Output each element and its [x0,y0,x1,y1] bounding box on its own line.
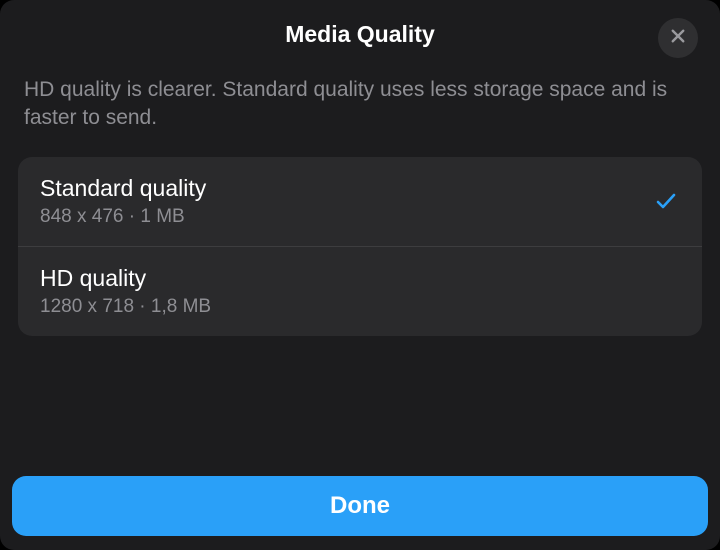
checkmark-icon [652,187,680,215]
sheet-header: Media Quality [0,0,720,68]
option-hd-quality[interactable]: HD quality 1280 x 718 · 1,8 MB [18,246,702,336]
option-standard-quality[interactable]: Standard quality 848 x 476 · 1 MB [18,157,702,246]
done-button[interactable]: Done [12,476,708,536]
option-text: HD quality 1280 x 718 · 1,8 MB [40,265,211,318]
option-label: Standard quality [40,175,206,202]
option-detail: 1280 x 718 · 1,8 MB [40,296,211,318]
done-button-label: Done [330,492,390,520]
quality-options-group: Standard quality 848 x 476 · 1 MB HD qua… [18,157,702,336]
option-detail: 848 x 476 · 1 MB [40,206,206,228]
media-quality-sheet: Media Quality HD quality is clearer. Sta… [0,0,720,550]
close-icon [669,27,687,50]
option-label: HD quality [40,265,211,292]
option-text: Standard quality 848 x 476 · 1 MB [40,175,206,228]
sheet-title: Media Quality [285,21,435,48]
sheet-description: HD quality is clearer. Standard quality … [0,68,720,157]
close-button[interactable] [658,18,698,58]
